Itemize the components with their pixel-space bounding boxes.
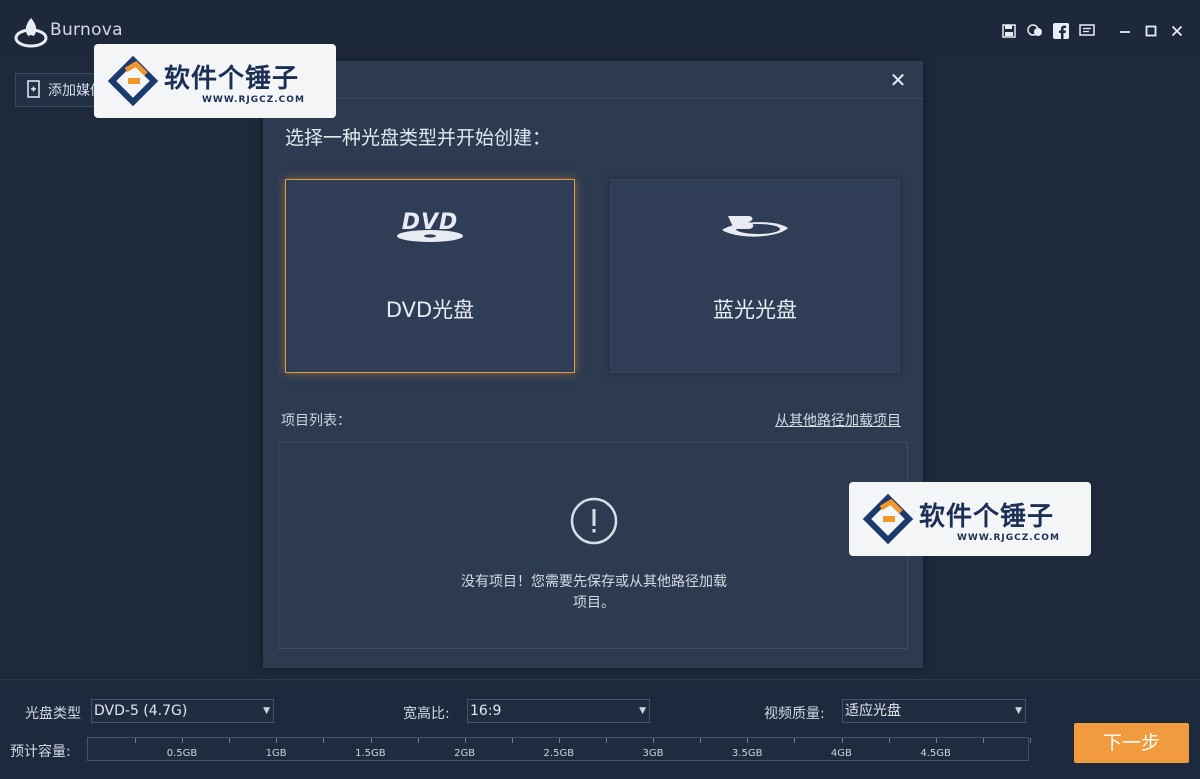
dropdown-arrow-icon: ▼ (1015, 706, 1022, 716)
close-window-icon[interactable] (1164, 20, 1190, 42)
capacity-bar: 0.5GB 1GB 1.5GB 2GB 2.5GB 3GB 3.5GB 4GB 4.5GB (87, 737, 1031, 761)
warning-icon (570, 497, 618, 545)
capacity-tick (653, 738, 655, 743)
bluray-disc-label: 蓝光光盘 (713, 298, 797, 322)
capacity-tick (323, 738, 325, 743)
watermark-logo-icon (862, 493, 914, 545)
save-icon[interactable] (996, 20, 1022, 42)
video-quality-label: 视频质量: (764, 706, 825, 722)
bluray-disc-option[interactable]: 蓝光光盘 (610, 179, 900, 373)
capacity-tick-label: 2GB (454, 748, 476, 759)
capacity-tick-label: 4.5GB (920, 748, 951, 759)
chat-icon[interactable] (1022, 20, 1048, 42)
capacity-tick (182, 738, 184, 743)
video-quality-select[interactable]: 适应光盘 ▼ (842, 699, 1026, 723)
disc-type-select[interactable]: DVD-5 (4.7G) ▼ (91, 699, 274, 723)
disc-type-dialog: ✕ 选择一种光盘类型并开始创建： DVD DVD光盘 蓝光光盘 项目列表： 从其… (263, 61, 923, 668)
capacity-tick (700, 738, 702, 743)
capacity-tick-label: 2.5GB (543, 748, 575, 759)
capacity-tick (370, 738, 372, 743)
watermark-text: 软件个锤子 (919, 502, 1055, 532)
capacity-tick-label: 3.5GB (731, 748, 763, 759)
capacity-tick-label: 0.5GB (166, 748, 198, 759)
watermark-text: 软件个锤子 (164, 64, 300, 94)
capacity-tick-label: 3GB (642, 748, 664, 759)
maximize-icon[interactable] (1138, 20, 1164, 42)
feedback-icon[interactable] (1074, 20, 1100, 42)
capacity-tick (982, 738, 984, 743)
watermark-logo-icon (107, 55, 159, 107)
capacity-tick-label: 4GB (830, 748, 852, 759)
capacity-tick (888, 738, 890, 743)
capacity-tick (417, 738, 419, 743)
capacity-tick (276, 738, 278, 743)
burnova-logo-icon (14, 18, 48, 48)
empty-project-message: 没有项目！您需要先保存或从其他路径加载 项目。 (461, 574, 727, 611)
disc-type-label: 光盘类型 (25, 706, 81, 722)
dvd-disc-option[interactable]: DVD DVD光盘 (285, 179, 575, 373)
watermark: 软件个锤子 WWW.RJGCZ.COM (94, 44, 336, 118)
capacity-tick-label: 1.5GB (355, 748, 386, 759)
capacity-tick (606, 738, 607, 743)
next-button[interactable]: 下一步 (1074, 723, 1189, 763)
watermark: 软件个锤子 WWW.RJGCZ.COM (849, 482, 1091, 556)
project-list-label: 项目列表： (281, 413, 351, 429)
capacity-tick (511, 738, 513, 743)
dvd-disc-label: DVD光盘 (385, 298, 475, 322)
dropdown-arrow-icon: ▼ (263, 706, 270, 716)
capacity-tick (794, 738, 796, 743)
capacity-tick (229, 738, 231, 743)
bluray-logo-icon (722, 216, 788, 237)
capacity-tick (558, 738, 560, 743)
dvd-logo-icon: DVD (397, 210, 463, 242)
facebook-icon[interactable] (1048, 20, 1074, 42)
capacity-tick (841, 738, 843, 743)
watermark-url: WWW.RJGCZ.COM (202, 95, 305, 105)
app-title: Burnova (50, 20, 123, 40)
capacity-tick (135, 738, 136, 743)
add-media-button[interactable]: 添加媒体 (15, 73, 105, 107)
add-file-icon (27, 80, 40, 98)
capacity-tick-label: 1GB (265, 748, 287, 759)
dropdown-arrow-icon: ▼ (639, 706, 646, 716)
dialog-prompt: 选择一种光盘类型并开始创建： (285, 127, 552, 149)
capacity-label: 预计容量: (10, 744, 71, 760)
capacity-tick (1029, 738, 1031, 743)
watermark-url: WWW.RJGCZ.COM (957, 533, 1060, 543)
project-list-box: 没有项目！您需要先保存或从其他路径加载 项目。 (278, 442, 908, 649)
aspect-ratio-label: 宽高比: (403, 706, 450, 722)
capacity-tick (747, 738, 749, 743)
minimize-icon[interactable] (1112, 20, 1138, 42)
aspect-ratio-select[interactable]: 16:9 ▼ (467, 699, 650, 723)
dialog-close-button[interactable]: ✕ (887, 69, 909, 91)
capacity-tick (935, 738, 937, 743)
svg-text:DVD: DVD (402, 210, 459, 235)
load-project-link[interactable]: 从其他路径加载项目 (775, 410, 901, 430)
capacity-tick (464, 738, 466, 743)
